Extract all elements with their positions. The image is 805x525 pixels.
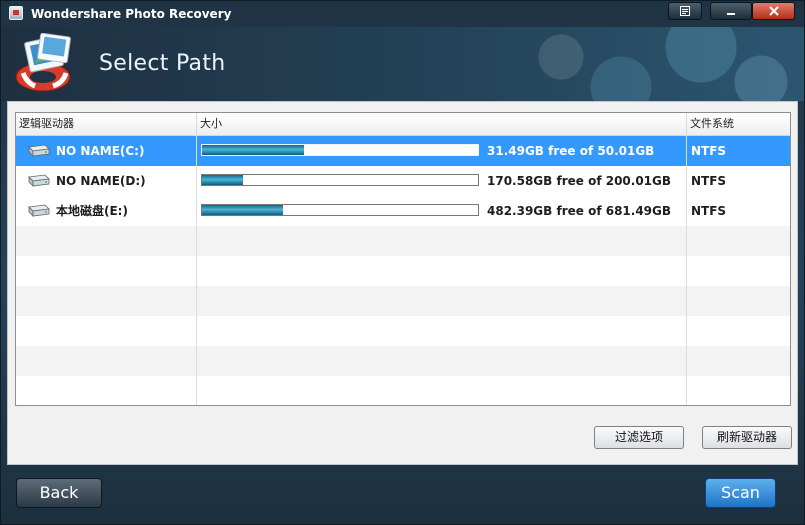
table-row[interactable]: NO NAME(C:) 31.49GB free of 50.01GB NTFS — [16, 136, 790, 166]
minimize-button[interactable] — [710, 2, 752, 20]
title-bar[interactable]: Wondershare Photo Recovery — [1, 1, 804, 27]
drive-file-system: NTFS — [691, 174, 727, 188]
empty-row — [16, 256, 790, 286]
usage-bar — [201, 144, 479, 156]
close-button[interactable] — [752, 2, 795, 20]
empty-row — [16, 286, 790, 316]
content-panel: 逻辑驱动器 大小 文件系统 NO NAME(C:) 31.49GB free o… — [7, 101, 798, 465]
empty-row — [16, 376, 790, 405]
drive-size: 482.39GB free of 681.49GB — [487, 204, 672, 218]
usage-bar-fill — [202, 205, 283, 215]
usage-bar — [201, 174, 479, 186]
window-title: Wondershare Photo Recovery — [31, 7, 232, 21]
table-header: 逻辑驱动器 大小 文件系统 — [16, 113, 790, 136]
drive-size: 31.49GB free of 50.01GB — [487, 144, 655, 158]
restore-button[interactable] — [668, 2, 702, 20]
hard-drive-icon — [28, 174, 50, 187]
table-row[interactable]: 本地磁盘(E:) 482.39GB free of 681.49GB NTFS — [16, 196, 790, 226]
filter-options-button[interactable]: 过滤选项 — [594, 426, 684, 449]
app-icon — [9, 6, 23, 20]
usage-bar — [201, 204, 479, 216]
column-divider — [196, 135, 197, 405]
page-title: Select Path — [99, 51, 226, 76]
empty-row — [16, 316, 790, 346]
hard-drive-icon — [28, 204, 50, 217]
column-header-file-system[interactable]: 文件系统 — [687, 113, 790, 135]
drive-table: 逻辑驱动器 大小 文件系统 NO NAME(C:) 31.49GB free o… — [15, 112, 791, 406]
close-icon — [768, 6, 779, 16]
drive-size: 170.58GB free of 200.01GB — [487, 174, 672, 188]
column-header-size[interactable]: 大小 — [197, 113, 687, 135]
photo-recovery-logo-icon — [15, 33, 71, 92]
empty-row — [16, 346, 790, 376]
drive-file-system: NTFS — [691, 204, 727, 218]
scan-button[interactable]: Scan — [705, 478, 776, 508]
usage-bar-fill — [202, 175, 243, 185]
footer-bar: Back Scan — [1, 466, 804, 524]
usage-bar-fill — [202, 145, 305, 155]
refresh-drives-button[interactable]: 刷新驱动器 — [702, 426, 792, 449]
drive-name: 本地磁盘(E:) — [56, 204, 128, 218]
drive-name: NO NAME(D:) — [56, 174, 146, 188]
app-window: Wondershare Photo Recovery Select Path 逻… — [0, 0, 805, 525]
empty-row — [16, 226, 790, 256]
table-row[interactable]: NO NAME(D:) 170.58GB free of 200.01GB NT… — [16, 166, 790, 196]
back-button[interactable]: Back — [16, 478, 102, 508]
restore-icon — [680, 6, 690, 16]
drive-name: NO NAME(C:) — [56, 144, 145, 158]
column-header-logical-drive[interactable]: 逻辑驱动器 — [16, 113, 197, 135]
minimize-icon — [727, 13, 735, 15]
hard-drive-icon — [28, 144, 50, 157]
column-divider — [686, 135, 687, 405]
header-banner: Select Path — [1, 27, 804, 101]
drive-file-system: NTFS — [691, 144, 727, 158]
